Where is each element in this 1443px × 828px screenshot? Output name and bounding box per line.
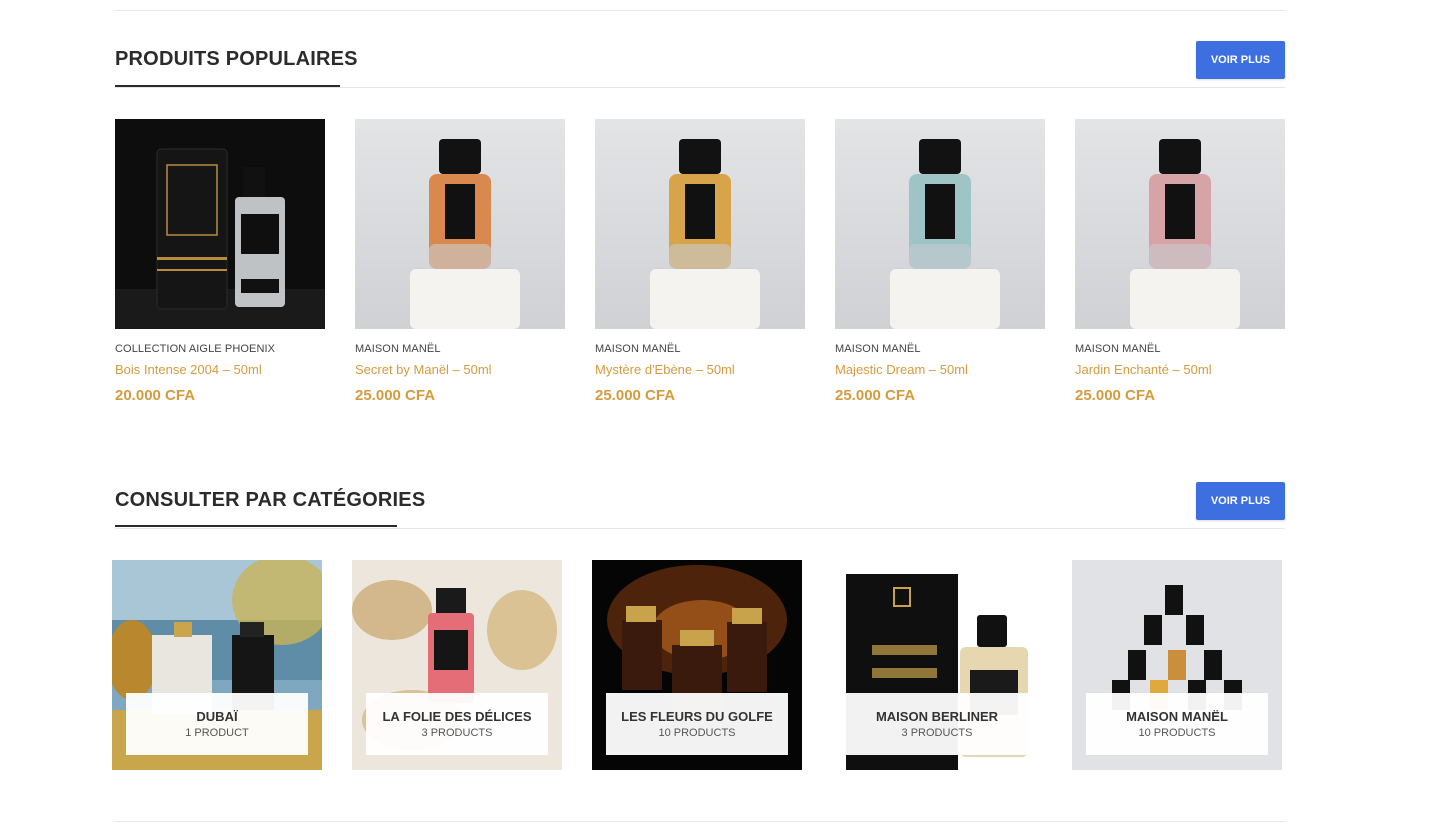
category-count: 1 PRODUCT [185,727,249,739]
product-image[interactable] [595,119,805,329]
product-brand: MAISON MANËL [835,343,921,355]
product-image[interactable] [1075,119,1285,329]
category-name: LES FLEURS DU GOLFE [621,709,773,724]
popular-products-title: PRODUITS POPULAIRES [115,48,358,70]
product-image[interactable] [355,119,565,329]
category-label[interactable]: LA FOLIE DES DÉLICES 3 PRODUCTS [366,693,548,755]
product-name-link[interactable]: Jardin Enchanté – 50ml [1075,362,1285,377]
page: PRODUITS POPULAIRES VOIR PLUS COLLECTION… [0,0,1443,828]
product-price: 25.000 CFA [835,387,916,404]
product-image[interactable] [835,119,1045,329]
product-card[interactable]: MAISON MANËL Mystère d'Ebène – 50ml 25.0… [595,119,805,404]
product-card[interactable]: MAISON MANËL Majestic Dream – 50ml 25.00… [835,119,1045,404]
product-image[interactable] [115,119,325,329]
product-card[interactable]: MAISON MANËL Secret by Manël – 50ml 25.0… [355,119,565,404]
category-count: 3 PRODUCTS [421,727,493,739]
categories-divider [115,528,1285,529]
product-card[interactable]: MAISON MANËL Jardin Enchanté – 50ml 25.0… [1075,119,1285,404]
category-label[interactable]: MAISON MANËL 10 PRODUCTS [1086,693,1268,755]
category-label[interactable]: DUBAÏ 1 PRODUCT [126,693,308,755]
product-card[interactable]: COLLECTION AIGLE PHOENIX Bois Intense 20… [115,119,325,404]
product-price: 20.000 CFA [115,387,196,404]
product-name-link[interactable]: Majestic Dream – 50ml [835,362,1045,377]
product-brand: MAISON MANËL [595,343,681,355]
category-card-maison-manel[interactable]: MAISON MANËL 10 PRODUCTS [1072,560,1282,770]
product-price: 25.000 CFA [595,387,676,404]
product-name-link[interactable]: Bois Intense 2004 – 50ml [115,362,325,377]
category-label[interactable]: MAISON BERLINER 3 PRODUCTS [846,693,1028,755]
bottom-divider [115,821,1285,822]
product-brand: MAISON MANËL [355,343,441,355]
voir-plus-categories-button[interactable]: VOIR PLUS [1196,482,1285,520]
product-name-link[interactable]: Secret by Manël – 50ml [355,362,565,377]
category-name: MAISON MANËL [1126,709,1228,724]
category-name: LA FOLIE DES DÉLICES [382,709,532,724]
product-name-link[interactable]: Mystère d'Ebène – 50ml [595,362,805,377]
product-price: 25.000 CFA [1075,387,1156,404]
category-card-la-folie-des-delices[interactable]: LA FOLIE DES DÉLICES 3 PRODUCTS [352,560,562,770]
categories-title: CONSULTER PAR CATÉGORIES [115,489,426,511]
top-divider [115,10,1285,11]
category-count: 10 PRODUCTS [658,727,736,739]
popular-divider [115,87,1285,88]
product-brand: MAISON MANËL [1075,343,1161,355]
category-name: DUBAÏ [196,709,238,724]
category-card-dubai[interactable]: DUBAÏ 1 PRODUCT [112,560,322,770]
categories-title-underline [115,525,397,527]
product-brand: COLLECTION AIGLE PHOENIX [115,343,276,355]
category-count: 10 PRODUCTS [1138,727,1216,739]
category-name: MAISON BERLINER [875,709,999,724]
category-card-maison-berliner[interactable]: MAISON BERLINER 3 PRODUCTS [832,560,1042,770]
category-card-les-fleurs-du-golfe[interactable]: LES FLEURS DU GOLFE 10 PRODUCTS [592,560,802,770]
voir-plus-products-button[interactable]: VOIR PLUS [1196,41,1285,79]
product-price: 25.000 CFA [355,387,436,404]
category-label[interactable]: LES FLEURS DU GOLFE 10 PRODUCTS [606,693,788,755]
category-count: 3 PRODUCTS [901,727,973,739]
